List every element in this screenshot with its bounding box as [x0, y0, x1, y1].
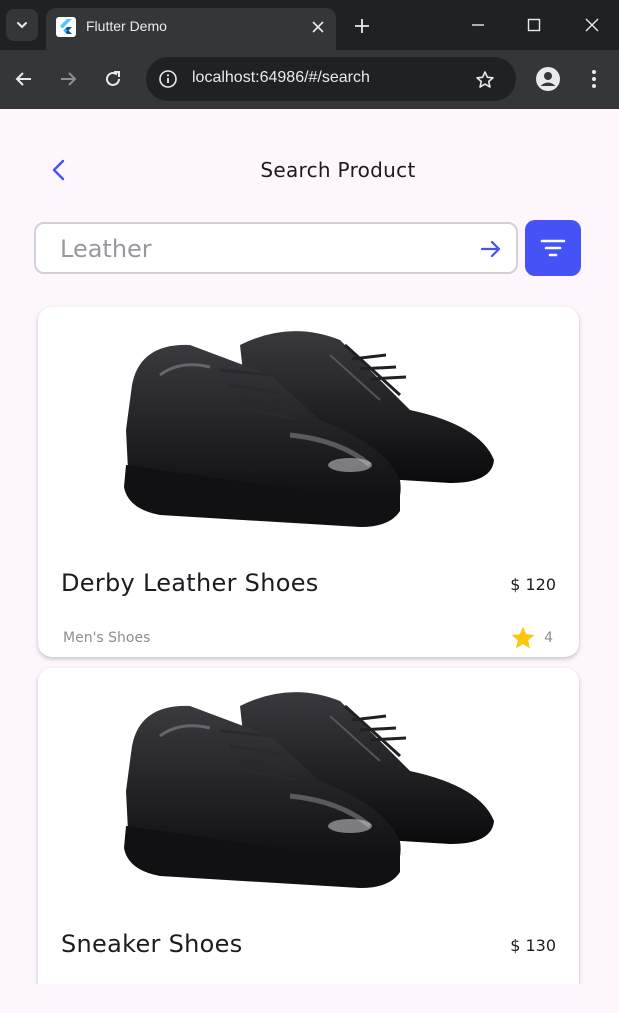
url-text: localhost:64986/#/search	[192, 69, 370, 86]
star-icon	[511, 626, 535, 649]
browser-tabstrip: Flutter Demo	[0, 0, 619, 50]
search-input[interactable]	[60, 234, 460, 264]
product-name: Derby Leather Shoes	[61, 569, 319, 597]
app-viewport: Search Product Leather Derby Leather Sho…	[0, 109, 619, 984]
bookmark-button[interactable]	[472, 67, 498, 93]
minimize-icon	[472, 24, 484, 26]
tab-search-button[interactable]	[6, 9, 38, 41]
search-submit-button[interactable]	[476, 234, 506, 264]
rating-value: 4	[544, 630, 553, 646]
maximize-window-button[interactable]	[519, 10, 549, 40]
product-price: $ 130	[510, 936, 556, 955]
filter-button[interactable]	[525, 220, 581, 276]
filter-icon	[540, 239, 566, 257]
back-navigation-button[interactable]	[8, 63, 40, 95]
star-outline-icon	[476, 71, 494, 88]
close-icon	[312, 21, 324, 33]
product-image	[124, 692, 494, 888]
product-card[interactable]: Derby Leather Shoes $ 120 Men's Shoes 4	[38, 307, 579, 657]
profile-button[interactable]	[534, 65, 562, 93]
chevron-down-icon	[17, 22, 27, 29]
arrow-left-icon	[15, 72, 31, 86]
search-box	[34, 222, 518, 274]
reload-button[interactable]	[97, 63, 129, 95]
arrow-right-icon	[480, 240, 501, 258]
arrow-right-icon	[61, 72, 77, 86]
tab-close-button[interactable]	[306, 15, 330, 39]
tab-title: Flutter Demo	[86, 18, 167, 34]
browser-menu-button[interactable]	[582, 65, 606, 93]
page-title: Search Product	[260, 158, 416, 182]
product-category: Men's Shoes	[63, 630, 151, 646]
browser-toolbar: localhost:64986/#/search	[0, 50, 619, 109]
browser-tab[interactable]: Flutter Demo	[46, 8, 336, 50]
plus-icon	[355, 19, 369, 33]
minimize-window-button[interactable]	[463, 10, 493, 40]
window-bottom-edge	[0, 984, 619, 1013]
site-info-icon[interactable]	[156, 67, 180, 91]
close-window-button[interactable]	[577, 10, 607, 40]
flutter-logo-icon	[56, 17, 76, 37]
forward-navigation-button[interactable]	[52, 63, 84, 95]
close-icon	[585, 18, 599, 32]
product-card[interactable]: Sneaker Shoes $ 130	[38, 668, 579, 984]
maximize-icon	[527, 18, 541, 32]
account-icon	[536, 67, 560, 91]
address-bar[interactable]: localhost:64986/#/search	[146, 57, 516, 101]
new-tab-button[interactable]	[348, 12, 376, 40]
product-name: Sneaker Shoes	[61, 930, 243, 958]
product-rating: 4	[510, 625, 553, 651]
product-image	[124, 331, 494, 527]
product-price: $ 120	[510, 575, 556, 594]
more-vertical-icon	[592, 70, 596, 88]
reload-icon	[106, 71, 120, 86]
